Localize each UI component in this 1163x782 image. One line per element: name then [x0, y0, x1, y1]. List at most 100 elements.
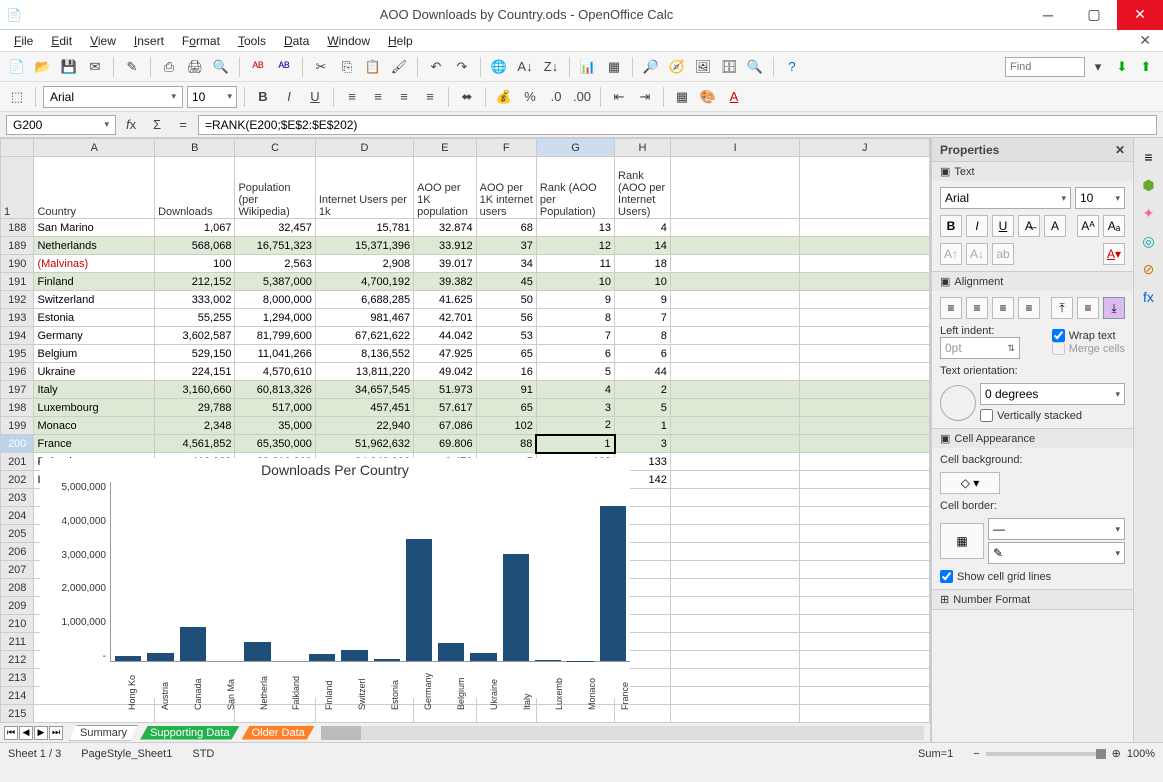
cell[interactable]: 15,781 [315, 219, 413, 237]
bold-button[interactable]: B [252, 86, 274, 108]
cell[interactable]: 51.973 [414, 381, 477, 399]
cell[interactable]: 81,799,600 [235, 327, 315, 345]
cell[interactable]: 1 [615, 417, 671, 435]
close-button[interactable]: ✕ [1117, 0, 1163, 30]
paste-icon[interactable]: 📋 [362, 56, 384, 78]
sb-align-center[interactable]: ≡ [966, 297, 988, 319]
currency-icon[interactable]: 💰 [493, 86, 515, 108]
save-icon[interactable]: 💾 [58, 56, 80, 78]
sb-shrink-font-button[interactable]: A↓ [966, 243, 988, 265]
cell[interactable] [800, 615, 930, 633]
cell[interactable]: 45 [476, 273, 536, 291]
cell[interactable]: 4 [615, 219, 671, 237]
zoom-slider[interactable] [986, 752, 1106, 756]
column-header-I[interactable]: I [670, 139, 800, 157]
cell[interactable]: 224,151 [155, 363, 235, 381]
cell[interactable]: 3 [615, 435, 671, 453]
row-header[interactable]: 198 [1, 399, 34, 417]
cell[interactable] [800, 255, 930, 273]
cell[interactable]: 16,751,323 [235, 237, 315, 255]
column-header-E[interactable]: E [414, 139, 477, 157]
cell[interactable] [670, 597, 800, 615]
cell[interactable]: 4 [536, 381, 614, 399]
row-header[interactable]: 197 [1, 381, 34, 399]
row-header[interactable]: 191 [1, 273, 34, 291]
cell[interactable]: (Malvinas) [34, 255, 155, 273]
menu-data[interactable]: Data [276, 32, 317, 50]
cell[interactable]: 1,067 [155, 219, 235, 237]
row-header[interactable]: 190 [1, 255, 34, 273]
cell[interactable] [670, 615, 800, 633]
cell[interactable]: 102 [476, 417, 536, 435]
cell[interactable] [800, 237, 930, 255]
cell[interactable] [800, 669, 930, 687]
open-icon[interactable]: 📂 [32, 56, 54, 78]
column-header-G[interactable]: G [536, 139, 614, 157]
cell[interactable]: 69.806 [414, 435, 477, 453]
tab-supporting-data[interactable]: Supporting Data [140, 726, 240, 740]
cell[interactable] [800, 363, 930, 381]
cell[interactable]: France [34, 435, 155, 453]
cell[interactable]: 5 [615, 399, 671, 417]
header-cell[interactable]: AOO per 1K internet users [476, 157, 536, 219]
cell[interactable] [800, 561, 930, 579]
section-alignment[interactable]: ▣ Alignment [932, 272, 1133, 291]
cell[interactable] [670, 507, 800, 525]
row-header[interactable]: 202 [1, 471, 34, 489]
column-header-C[interactable]: C [235, 139, 315, 157]
cell[interactable]: 53 [476, 327, 536, 345]
menu-tools[interactable]: Tools [230, 32, 274, 50]
function-wizard-icon[interactable]: fx [120, 114, 142, 136]
cell[interactable] [800, 291, 930, 309]
header-cell[interactable] [800, 157, 930, 219]
row-header[interactable]: 215 [1, 705, 34, 723]
cell[interactable]: 568,068 [155, 237, 235, 255]
cell[interactable] [670, 669, 800, 687]
cell[interactable] [670, 399, 800, 417]
cell[interactable]: Ukraine [34, 363, 155, 381]
cell[interactable]: 5 [536, 363, 614, 381]
maximize-button[interactable]: ▢ [1071, 0, 1117, 30]
cell[interactable]: 457,451 [315, 399, 413, 417]
row-header[interactable]: 193 [1, 309, 34, 327]
indent-input[interactable]: 0pt⇅ [940, 337, 1020, 359]
row-header[interactable]: 200 [1, 435, 34, 453]
tab-summary[interactable]: Summary [69, 725, 138, 741]
cell[interactable] [670, 381, 800, 399]
menu-window[interactable]: Window [319, 32, 378, 50]
row-header[interactable]: 210 [1, 615, 34, 633]
cell[interactable]: 13,811,220 [315, 363, 413, 381]
cell[interactable] [800, 489, 930, 507]
orient-dial[interactable] [940, 385, 976, 421]
align-justify-icon[interactable]: ≡ [419, 86, 441, 108]
cell[interactable] [670, 273, 800, 291]
percent-icon[interactable]: % [519, 86, 541, 108]
underline-button[interactable]: U [304, 86, 326, 108]
cell[interactable]: Italy [34, 381, 155, 399]
cell[interactable]: 7 [615, 309, 671, 327]
cell[interactable]: 5,387,000 [235, 273, 315, 291]
find-dropdown-icon[interactable]: ▾ [1087, 56, 1109, 78]
cell[interactable] [670, 489, 800, 507]
menu-insert[interactable]: Insert [126, 32, 172, 50]
cell[interactable]: Belgium [34, 345, 155, 363]
cell[interactable]: 3,602,587 [155, 327, 235, 345]
border-preset-button[interactable]: ▦ [940, 523, 984, 559]
cell[interactable]: 12 [536, 237, 614, 255]
cell[interactable] [800, 309, 930, 327]
chart-icon[interactable]: 📊 [577, 56, 599, 78]
header-cell[interactable]: AOO per 1K population [414, 157, 477, 219]
cell[interactable]: 65 [476, 345, 536, 363]
cell[interactable] [670, 579, 800, 597]
degrees-select[interactable]: 0 degrees▾ [980, 383, 1125, 405]
cell[interactable]: 41.625 [414, 291, 477, 309]
navigator-icon[interactable]: 🧭 [666, 56, 688, 78]
row-header[interactable]: 213 [1, 669, 34, 687]
cell[interactable]: 13 [536, 219, 614, 237]
sb-grow-font-button[interactable]: A↑ [940, 243, 962, 265]
cell[interactable]: 4,700,192 [315, 273, 413, 291]
sb-valign-top[interactable]: ⤒ [1051, 297, 1073, 319]
cell[interactable]: 6,688,285 [315, 291, 413, 309]
tab-last-icon[interactable]: ⏭ [49, 726, 63, 740]
cell[interactable]: 57.617 [414, 399, 477, 417]
